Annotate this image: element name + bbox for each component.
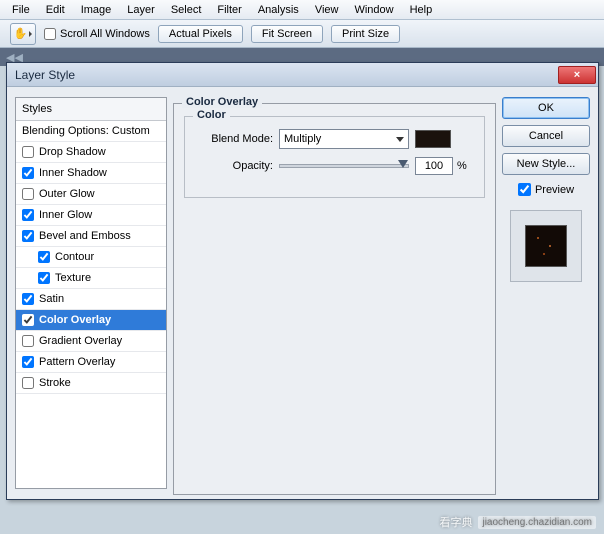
new-style-button[interactable]: New Style... <box>502 153 590 175</box>
options-bar: ✋ Scroll All Windows Actual Pixels Fit S… <box>0 20 604 48</box>
group-title: Color Overlay <box>182 96 262 108</box>
style-label: Inner Glow <box>39 209 92 221</box>
style-checkbox[interactable] <box>22 209 34 221</box>
fit-screen-button[interactable]: Fit Screen <box>251 25 323 43</box>
style-label: Satin <box>39 293 64 305</box>
style-label: Pattern Overlay <box>39 356 115 368</box>
preview-label: Preview <box>535 184 574 196</box>
menu-help[interactable]: Help <box>402 1 441 19</box>
preview-checkbox[interactable]: Preview <box>502 183 590 196</box>
style-checkbox[interactable] <box>22 335 34 347</box>
watermark-secondary: jiaocheng.chazidian.com <box>478 516 596 529</box>
style-label: Inner Shadow <box>39 167 107 179</box>
watermark: 看字典 jiaocheng.chazidian.com <box>439 514 596 530</box>
style-row-satin[interactable]: Satin <box>16 289 166 310</box>
close-button[interactable]: × <box>558 66 596 84</box>
settings-panel: Color Overlay Color Blend Mode: Multiply… <box>173 97 496 489</box>
close-icon: × <box>574 69 580 81</box>
ok-button[interactable]: OK <box>502 97 590 119</box>
style-row-gradient-overlay[interactable]: Gradient Overlay <box>16 331 166 352</box>
color-overlay-group: Color Overlay Color Blend Mode: Multiply… <box>173 103 496 495</box>
style-checkbox[interactable] <box>22 167 34 179</box>
preview-thumbnail-frame <box>510 210 582 282</box>
style-row-inner-shadow[interactable]: Inner Shadow <box>16 163 166 184</box>
menu-view[interactable]: View <box>307 1 347 19</box>
opacity-slider[interactable] <box>279 164 409 168</box>
styles-header[interactable]: Styles <box>16 98 166 121</box>
menu-file[interactable]: File <box>4 1 38 19</box>
hand-tool-icon[interactable]: ✋ <box>10 23 36 45</box>
hand-icon: ✋ <box>14 27 28 40</box>
style-checkbox[interactable] <box>22 314 34 326</box>
layer-style-dialog: Layer Style × Styles Blending Options: C… <box>6 62 599 500</box>
blend-mode-select[interactable]: Multiply <box>279 129 409 149</box>
menu-image[interactable]: Image <box>73 1 120 19</box>
opacity-unit: % <box>457 160 467 172</box>
dialog-buttons: OK Cancel New Style... Preview <box>502 97 590 489</box>
style-row-stroke[interactable]: Stroke <box>16 373 166 394</box>
style-row-inner-glow[interactable]: Inner Glow <box>16 205 166 226</box>
style-checkbox[interactable] <box>22 230 34 242</box>
color-group: Color Blend Mode: Multiply Opacity: 100 <box>184 116 485 198</box>
dialog-title: Layer Style <box>15 68 558 82</box>
preview-thumbnail <box>525 225 567 267</box>
inner-group-title: Color <box>193 109 230 121</box>
style-checkbox[interactable] <box>22 293 34 305</box>
watermark-primary: 看字典 <box>439 514 472 530</box>
scroll-all-checkbox-input[interactable] <box>44 28 56 40</box>
style-label: Texture <box>55 272 91 284</box>
menu-analysis[interactable]: Analysis <box>250 1 307 19</box>
style-row-color-overlay[interactable]: Color Overlay <box>16 310 166 331</box>
dialog-titlebar: Layer Style × <box>7 63 598 87</box>
print-size-button[interactable]: Print Size <box>331 25 400 43</box>
menu-filter[interactable]: Filter <box>209 1 249 19</box>
style-label: Contour <box>55 251 94 263</box>
styles-list: Styles Blending Options: Custom Drop Sha… <box>15 97 167 489</box>
style-row-outer-glow[interactable]: Outer Glow <box>16 184 166 205</box>
style-checkbox[interactable] <box>22 146 34 158</box>
style-checkbox[interactable] <box>22 356 34 368</box>
actual-pixels-button[interactable]: Actual Pixels <box>158 25 243 43</box>
menu-select[interactable]: Select <box>163 1 210 19</box>
style-label: Outer Glow <box>39 188 95 200</box>
style-row-texture[interactable]: Texture <box>16 268 166 289</box>
style-checkbox[interactable] <box>22 377 34 389</box>
dropdown-icon <box>29 31 32 37</box>
style-checkbox[interactable] <box>38 272 50 284</box>
style-row-contour[interactable]: Contour <box>16 247 166 268</box>
blend-mode-label: Blend Mode: <box>195 133 273 145</box>
blending-options-row[interactable]: Blending Options: Custom <box>16 121 166 142</box>
scroll-all-windows-checkbox[interactable]: Scroll All Windows <box>44 28 150 40</box>
preview-checkbox-input[interactable] <box>518 183 531 196</box>
style-label: Bevel and Emboss <box>39 230 131 242</box>
style-row-pattern-overlay[interactable]: Pattern Overlay <box>16 352 166 373</box>
style-label: Gradient Overlay <box>39 335 122 347</box>
style-label: Stroke <box>39 377 71 389</box>
opacity-label: Opacity: <box>195 160 273 172</box>
style-row-bevel-and-emboss[interactable]: Bevel and Emboss <box>16 226 166 247</box>
opacity-input[interactable]: 100 <box>415 157 453 175</box>
menu-window[interactable]: Window <box>346 1 401 19</box>
style-row-drop-shadow[interactable]: Drop Shadow <box>16 142 166 163</box>
cancel-button[interactable]: Cancel <box>502 125 590 147</box>
slider-thumb-icon[interactable] <box>398 160 408 168</box>
menu-bar: File Edit Image Layer Select Filter Anal… <box>0 0 604 20</box>
style-label: Color Overlay <box>39 314 111 326</box>
scroll-all-label: Scroll All Windows <box>60 28 150 40</box>
blend-mode-value: Multiply <box>284 133 321 145</box>
style-label: Drop Shadow <box>39 146 106 158</box>
chevron-down-icon <box>396 137 404 142</box>
style-checkbox[interactable] <box>38 251 50 263</box>
style-checkbox[interactable] <box>22 188 34 200</box>
color-swatch[interactable] <box>415 130 451 148</box>
menu-layer[interactable]: Layer <box>119 1 163 19</box>
menu-edit[interactable]: Edit <box>38 1 73 19</box>
